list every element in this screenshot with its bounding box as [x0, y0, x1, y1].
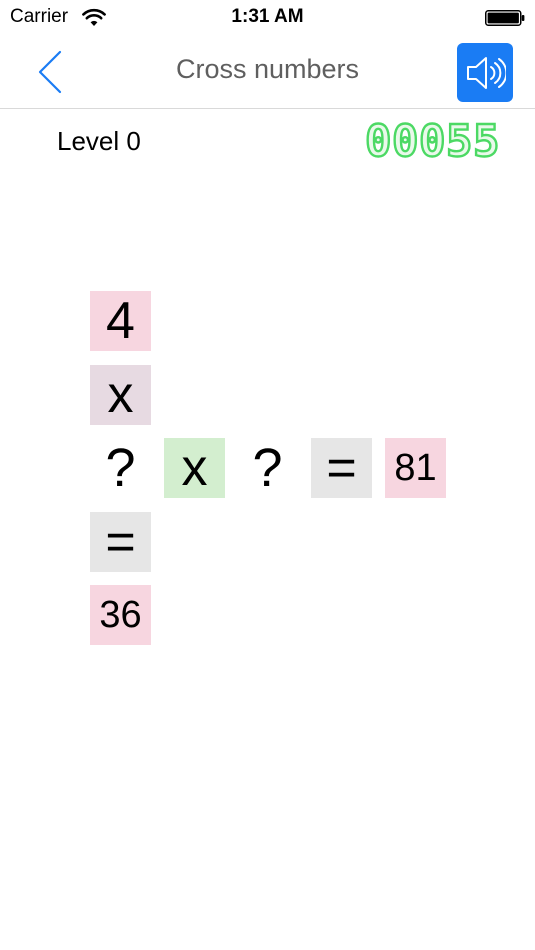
speaker-icon: [467, 57, 506, 89]
unknown-cell-a[interactable]: ?: [90, 438, 151, 498]
status-time: 1:31 AM: [231, 6, 304, 27]
status-bar: Carrier 1:31 AM: [0, 0, 535, 34]
page-title: Cross numbers: [175, 54, 360, 84]
horizontal-operator: x: [164, 438, 225, 498]
horizontal-equals: =: [311, 438, 372, 498]
sound-toggle-button[interactable]: [457, 43, 513, 102]
navigation-bar: Cross numbers: [0, 34, 535, 109]
vertical-top-number: 4: [90, 291, 151, 351]
vertical-operator: x: [90, 365, 151, 425]
score-value: 00055: [365, 118, 500, 164]
level-label: Level 0: [57, 126, 141, 156]
horizontal-result: 81: [385, 438, 446, 498]
vertical-equals: =: [90, 512, 151, 572]
unknown-cell-b[interactable]: ?: [237, 438, 298, 498]
vertical-result: 36: [90, 585, 151, 645]
score-display: 00055: [364, 118, 501, 164]
battery-icon: [485, 10, 525, 26]
